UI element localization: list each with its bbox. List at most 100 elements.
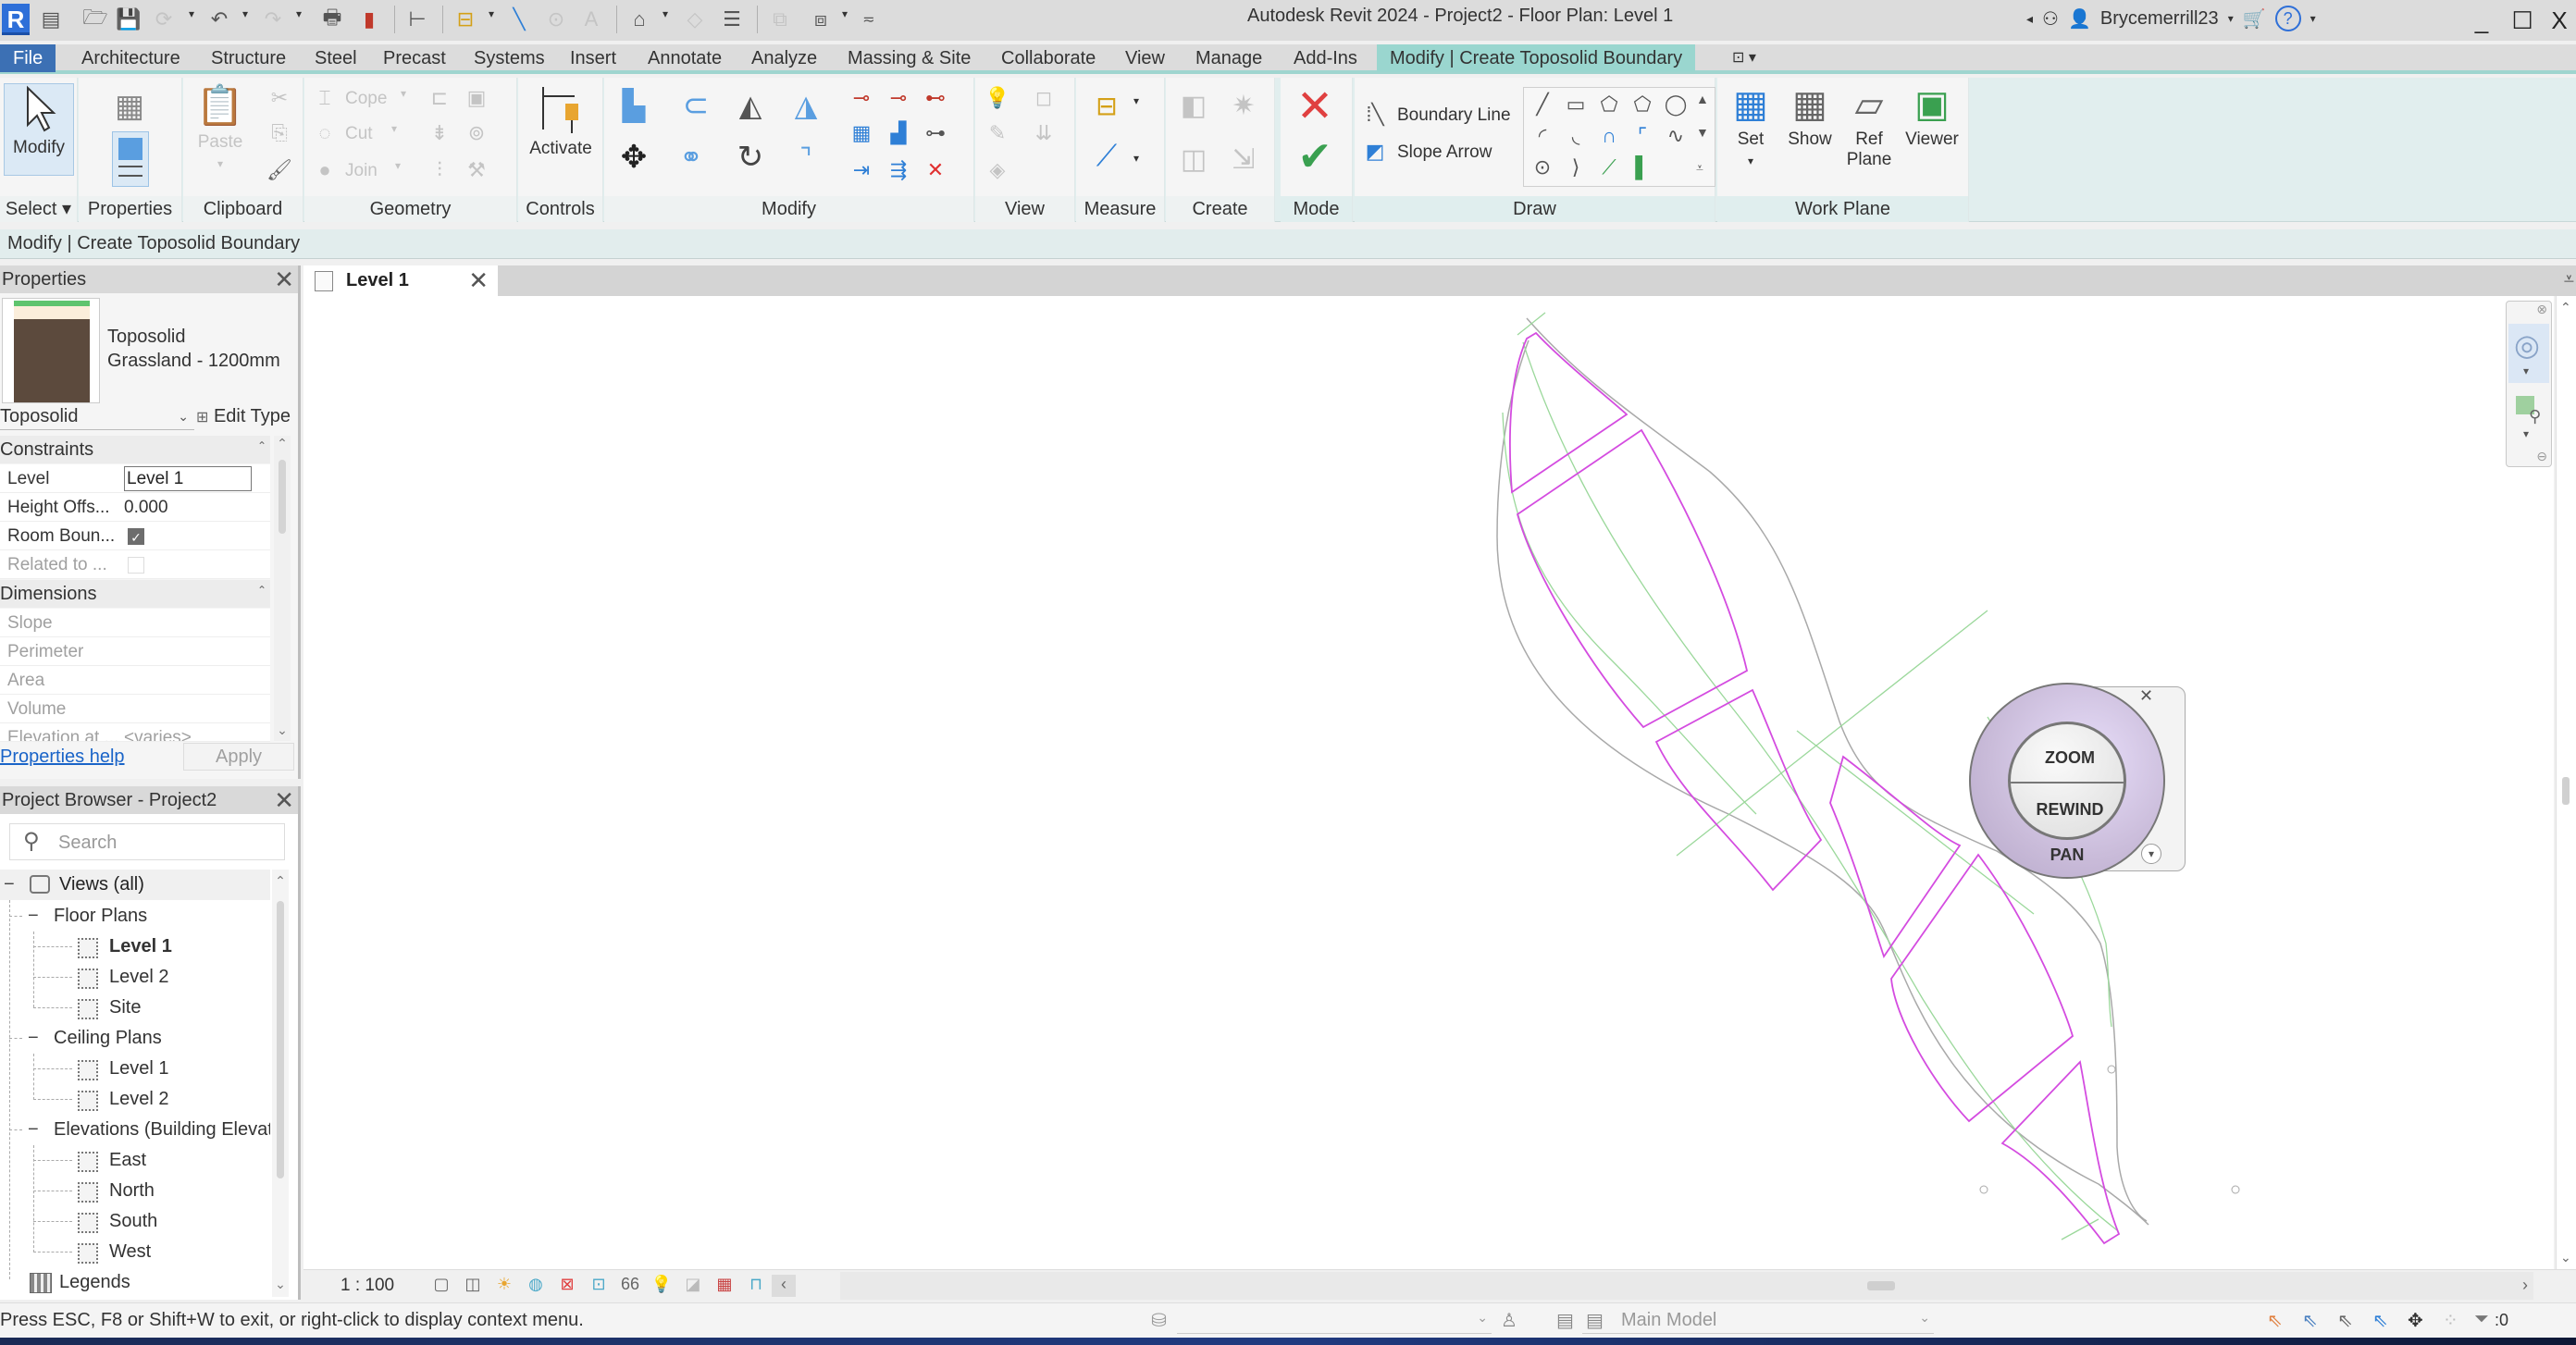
select-links-icon[interactable]: ⇖	[2267, 1309, 2283, 1332]
close-window-button[interactable]: X	[2539, 4, 2576, 37]
draw-tangent-arc-icon[interactable]: ∩	[1594, 121, 1624, 151]
close-nav-bar-icon[interactable]: ⊗	[2536, 302, 2547, 317]
delete-icon[interactable]: ✕	[921, 155, 950, 185]
create-similar-icon[interactable]: ⇲	[1223, 139, 1264, 179]
scale-icon[interactable]: ▟	[884, 118, 913, 148]
text-icon[interactable]: A	[577, 6, 605, 33]
properties-help-link[interactable]: Properties help	[0, 747, 125, 768]
activate-button[interactable]: Activate	[524, 83, 598, 159]
tree-item-floor-plan-level-1[interactable]: Level 1	[0, 932, 270, 962]
tree-item-elevation-west[interactable]: West	[0, 1237, 270, 1267]
temporary-hide-isolate-icon[interactable]: 💡	[650, 1275, 674, 1297]
slope-arrow-button[interactable]: Slope Arrow	[1397, 142, 1492, 163]
sun-path-icon[interactable]: ☀	[492, 1275, 516, 1297]
tree-group-ceiling-plans[interactable]: − Ceiling Plans	[0, 1023, 270, 1054]
canvas-vertical-scrollbar[interactable]: ⌃ ⌄	[2556, 296, 2576, 1269]
ribbon-minimize-toggle-icon[interactable]: ⊡ ▾	[1723, 44, 1765, 72]
properties-scrollbar[interactable]: ⌃ ⌄	[274, 436, 291, 741]
hammer-icon[interactable]: ⚒	[462, 155, 491, 185]
cut-geometry-button[interactable]: Cut	[345, 124, 373, 144]
tab-structure[interactable]: Structure	[202, 44, 295, 72]
mirror-pick-axis-icon[interactable]: ◭	[730, 85, 771, 126]
copy-to-clipboard-icon[interactable]: ⎘	[265, 118, 294, 148]
draw-partial-ellipse-icon[interactable]: ⟩	[1561, 153, 1591, 182]
thin-lines-icon[interactable]: ☰	[718, 6, 746, 33]
draw-start-end-arc-icon[interactable]: ◜	[1528, 121, 1557, 151]
wheel-zoom-button[interactable]: ZOOM	[2011, 748, 2124, 768]
drawing-canvas[interactable]: ⊗ ◎ ▾ ⚲ ▾ ⊖	[303, 296, 2554, 1269]
offset-icon[interactable]: ⊂	[671, 85, 721, 126]
select-underlay-icon[interactable]: ⇖	[2302, 1309, 2318, 1332]
dimension-dropdown-icon[interactable]: ▾	[1133, 152, 1139, 165]
draw-ellipse-icon[interactable]: ⊙	[1528, 153, 1557, 182]
tree-group-floor-plans[interactable]: − Floor Plans	[0, 901, 270, 932]
match-type-properties-icon[interactable]: 🖌	[265, 155, 294, 185]
copy-icon[interactable]: ⚭	[671, 137, 712, 178]
view-scale-button[interactable]: 1 : 100	[341, 1276, 394, 1296]
beam-column-joins-icon[interactable]: ⇟	[425, 118, 454, 148]
trim-extend-corner-icon[interactable]: ⌝	[786, 137, 826, 178]
boundary-line-icon[interactable]: ⁞╲	[1360, 100, 1390, 130]
properties-toggle-icon[interactable]	[112, 131, 149, 187]
view-tab-level-1[interactable]: Level 1 ✕	[303, 265, 498, 296]
pick-walls-icon[interactable]: ▌	[1628, 153, 1657, 182]
halftone-icon[interactable]: ◈	[983, 155, 1012, 185]
steering-wheel[interactable]: ✕ ▾ ZOOM REWIND PAN	[1969, 683, 2186, 879]
close-properties-icon[interactable]: ✕	[274, 265, 294, 293]
tree-group-legends[interactable]: Legends	[0, 1267, 270, 1298]
measure-dropdown-icon[interactable]: ▾	[489, 7, 494, 20]
view-filter-icon[interactable]: ⇊	[1029, 118, 1059, 148]
create-group-icon[interactable]: ◫	[1173, 139, 1214, 179]
revit-logo-icon[interactable]: R	[2, 4, 30, 35]
tree-item-elevation-north[interactable]: North	[0, 1176, 270, 1206]
linework-icon[interactable]: ✎	[983, 118, 1012, 148]
tag-icon[interactable]: ⊙	[542, 6, 570, 33]
canvas-horizontal-scrollbar[interactable]: ›	[840, 1272, 2533, 1300]
minimize-button[interactable]: _	[2461, 4, 2502, 37]
undo-dropdown-icon[interactable]: ▾	[242, 7, 248, 20]
unlocked-3d-view-icon[interactable]: 66	[618, 1275, 642, 1297]
unpin-icon[interactable]: ⊷	[921, 83, 950, 113]
split-face-icon[interactable]: ▣	[462, 83, 491, 113]
undo-icon[interactable]: ↶	[205, 6, 233, 33]
aligned-dimension-icon[interactable]: ⟋	[1085, 135, 1128, 178]
cart-icon[interactable]: 🛒	[2243, 7, 2266, 31]
open-icon[interactable]: 🗁	[81, 6, 109, 33]
draw-inscribed-polygon-icon[interactable]: ⬠	[1594, 90, 1624, 119]
view-tabs-menu-icon[interactable]: ⩡	[2564, 269, 2574, 290]
group-dimensions[interactable]: Dimensions ⌃	[0, 580, 270, 608]
gallery-scroll-up-icon[interactable]: ▲	[1696, 92, 1709, 106]
tab-manage[interactable]: Manage	[1186, 44, 1271, 72]
rotate-icon[interactable]: ↻	[730, 137, 771, 178]
nav-bar-options-icon[interactable]: ⊖	[2536, 449, 2547, 464]
type-selector-dropdown[interactable]: Toposolid ⌄	[0, 402, 194, 430]
trim-extend-single-icon[interactable]: ⇥	[847, 155, 876, 185]
project-browser-scrollbar[interactable]: ⌃ ⌄	[272, 870, 289, 1297]
split-element-icon[interactable]: ⊸	[847, 83, 876, 113]
tab-precast[interactable]: Precast	[374, 44, 455, 72]
show-crop-region-icon[interactable]: ⊡	[587, 1275, 611, 1297]
draw-center-ends-arc-icon[interactable]: ◟	[1561, 121, 1591, 151]
2d-steering-wheel-button[interactable]: ◎ ▾	[2508, 324, 2549, 383]
override-graphics-icon[interactable]: ◻	[1029, 83, 1059, 113]
background-process-icon[interactable]: ⁘	[2443, 1309, 2458, 1332]
split-with-gap-icon[interactable]: ⊸	[884, 83, 913, 113]
cancel-edit-mode-button[interactable]: ✕	[1292, 82, 1338, 131]
user-dropdown-icon[interactable]: ▾	[2228, 12, 2234, 25]
tree-root-views-all[interactable]: − Views (all)	[0, 870, 270, 900]
collapse-view-controls-icon[interactable]: ‹	[772, 1275, 796, 1297]
print-icon[interactable]: 🖶	[318, 6, 346, 33]
design-option-dropdown[interactable]: Main Model ⌄	[1582, 1306, 1934, 1334]
tab-add-ins[interactable]: Add-Ins	[1284, 44, 1367, 72]
recent-files-icon[interactable]: ▤	[37, 6, 65, 33]
binoculars-icon[interactable]: ⚇	[2042, 7, 2059, 31]
tab-massing-site[interactable]: Massing & Site	[838, 44, 980, 72]
reveal-hidden-elements-icon[interactable]: ◪	[681, 1275, 705, 1297]
mirror-draw-axis-icon[interactable]: ◮	[786, 85, 826, 126]
wall-joins-icon[interactable]: ⊏	[425, 83, 454, 113]
customize-toolbar-icon[interactable]: ≂	[855, 6, 883, 33]
worksets-icon[interactable]: ⛁	[1151, 1309, 1167, 1332]
room-bounding-checkbox[interactable]: ✓	[128, 528, 144, 545]
filter-icon[interactable]: ⏷	[2474, 1309, 2489, 1330]
hide-in-view-icon[interactable]: 💡	[983, 83, 1012, 113]
